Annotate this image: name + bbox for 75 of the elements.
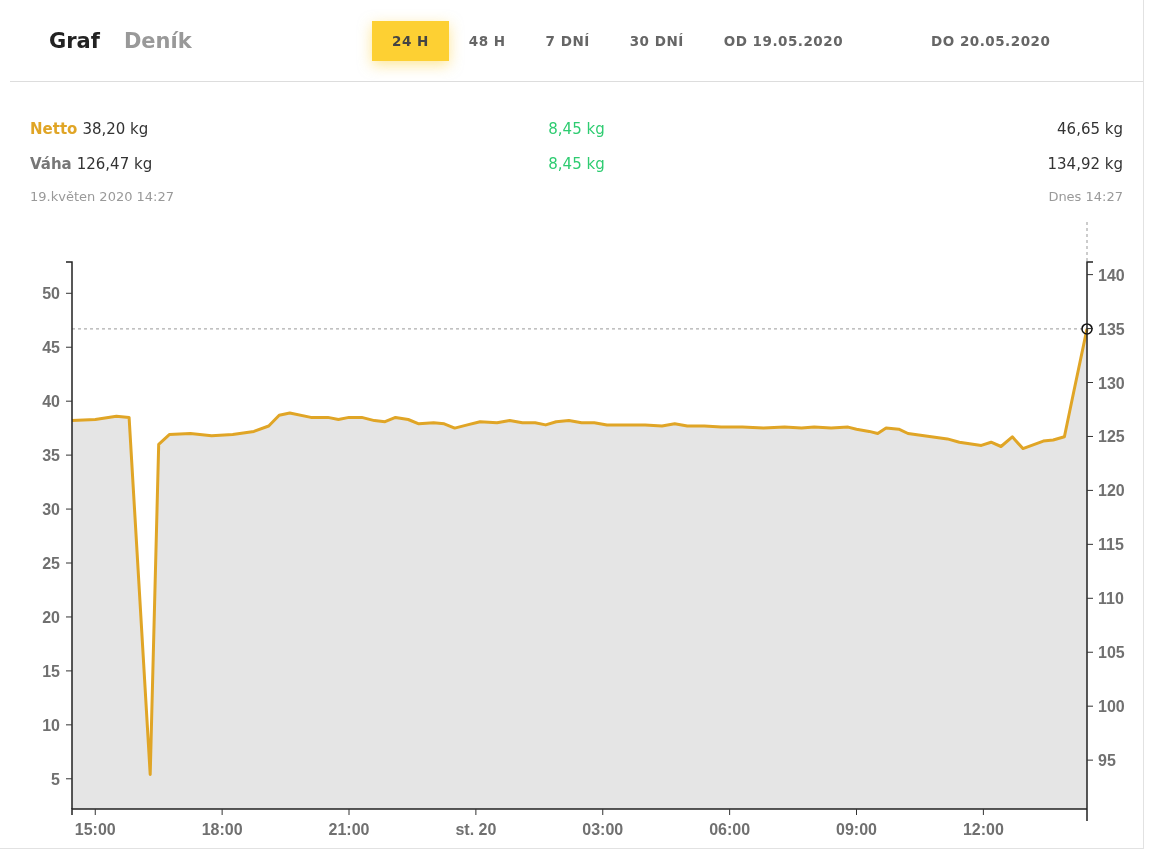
axis-label: 20 bbox=[42, 608, 60, 626]
axis-label: 03:00 bbox=[582, 821, 624, 838]
y-tick bbox=[1086, 435, 1094, 437]
y-tick bbox=[1086, 597, 1094, 599]
change-value: 8,45 kg bbox=[548, 154, 605, 173]
view-tab[interactable]: Graf bbox=[49, 28, 100, 53]
y-tick bbox=[65, 346, 73, 348]
reference-line bbox=[1086, 221, 1088, 263]
axis-label: st. 20 bbox=[455, 821, 497, 838]
y-tick bbox=[65, 616, 73, 618]
axis-label: 15:00 bbox=[74, 821, 116, 838]
axis-label: 95 bbox=[1098, 752, 1116, 770]
range-button[interactable]: 48 H bbox=[448, 20, 526, 61]
start-value: 38,20 kg bbox=[82, 119, 149, 138]
x-tick bbox=[94, 808, 96, 816]
y-tick bbox=[65, 508, 73, 510]
y-tick bbox=[65, 670, 73, 672]
axis-label: 30 bbox=[42, 501, 60, 519]
start-value: 126,47 kg bbox=[76, 154, 153, 173]
range-button[interactable]: 30 DNÍ bbox=[609, 20, 704, 61]
y-tick bbox=[1086, 274, 1094, 276]
axis-label: 140 bbox=[1098, 266, 1125, 284]
y-tick bbox=[65, 778, 73, 780]
x-tick bbox=[856, 808, 857, 816]
end-time: Dnes 14:27 bbox=[1048, 188, 1123, 204]
y-tick bbox=[1086, 382, 1094, 383]
x-tick bbox=[475, 808, 477, 816]
axis-label: 100 bbox=[1098, 698, 1125, 716]
axis-label: 12:00 bbox=[962, 821, 1004, 838]
axis-label: 50 bbox=[42, 285, 60, 303]
axis-label: 21:00 bbox=[328, 821, 370, 838]
change-value: 8,45 kg bbox=[548, 119, 605, 138]
y-tick bbox=[65, 454, 73, 456]
axis-label: 06:00 bbox=[709, 821, 751, 838]
range-button[interactable]: 24 H bbox=[372, 20, 449, 61]
end-value: 134,92 kg bbox=[1047, 154, 1123, 173]
axis-label: 120 bbox=[1098, 482, 1125, 500]
axis-label: 35 bbox=[42, 447, 60, 465]
start-time: 19.květen 2020 14:27 bbox=[30, 188, 175, 204]
axis-label: 130 bbox=[1098, 374, 1125, 392]
y-tick bbox=[1086, 705, 1094, 707]
x-tick bbox=[602, 808, 604, 816]
axis-label: 135 bbox=[1098, 320, 1125, 338]
range-button[interactable]: 7 DNÍ bbox=[525, 20, 610, 61]
y-tick bbox=[1086, 489, 1094, 491]
axis-label: 10 bbox=[42, 716, 60, 734]
series-label: Netto bbox=[30, 119, 78, 138]
axis-label: 15 bbox=[42, 662, 60, 680]
axis-label: 40 bbox=[42, 393, 60, 411]
y-tick bbox=[65, 562, 73, 564]
y-tick bbox=[1086, 543, 1094, 545]
range-button[interactable]: OD 19.05.2020 bbox=[703, 20, 864, 61]
range-button[interactable]: DO 20.05.2020 bbox=[911, 20, 1071, 61]
axis-label: 125 bbox=[1098, 428, 1125, 446]
x-tick bbox=[221, 808, 223, 816]
y-tick bbox=[1086, 328, 1094, 330]
axis-label: 18:00 bbox=[201, 821, 243, 838]
end-value: 46,65 kg bbox=[1057, 119, 1123, 138]
y-tick bbox=[65, 292, 73, 294]
y-tick bbox=[1086, 651, 1094, 653]
x-tick bbox=[348, 808, 350, 816]
y-tick bbox=[65, 400, 73, 402]
axis-label: 5 bbox=[51, 770, 60, 788]
series-label: Váha bbox=[30, 154, 72, 173]
x-tick bbox=[982, 808, 984, 816]
axis-label: 25 bbox=[42, 555, 60, 572]
y-tick bbox=[1086, 759, 1094, 761]
axis-label: 09:00 bbox=[836, 821, 877, 838]
axis-label: 105 bbox=[1098, 644, 1125, 662]
axis-label: 115 bbox=[1098, 536, 1124, 554]
y-tick bbox=[65, 724, 73, 726]
axis-label: 110 bbox=[1098, 590, 1124, 608]
axis-label: 45 bbox=[42, 339, 60, 357]
x-tick bbox=[729, 808, 731, 816]
point-marker bbox=[1081, 323, 1093, 335]
